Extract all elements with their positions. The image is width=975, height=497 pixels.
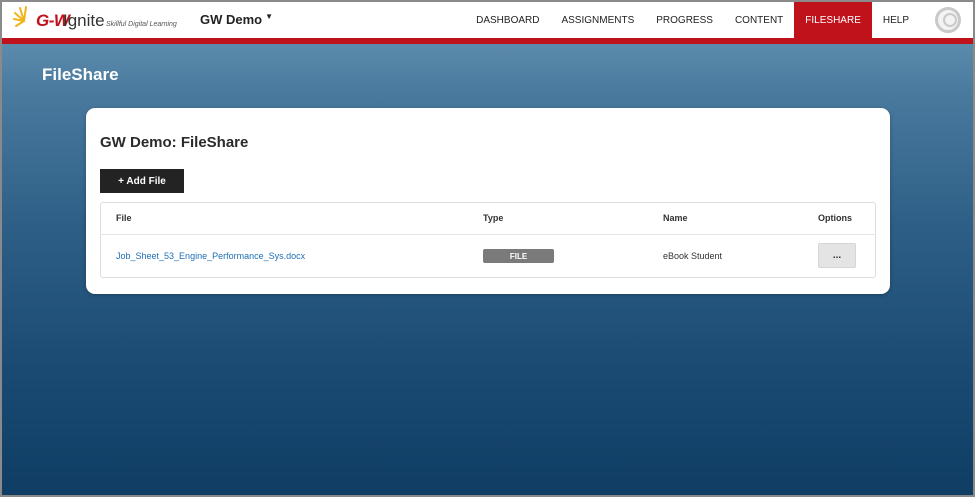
files-table: File Type Name Options Job_Sheet_53_Engi…	[100, 202, 876, 278]
page-title: FileShare	[42, 65, 119, 84]
caret-down-icon: ▼	[265, 12, 274, 21]
column-header-type: Type	[483, 213, 504, 223]
owner-name: eBook Student	[663, 251, 723, 261]
file-link[interactable]: Job_Sheet_53_Engine_Performance_Sys.docx	[116, 251, 305, 261]
table-row: Job_Sheet_53_Engine_Performance_Sys.docx…	[101, 235, 875, 278]
top-navbar: G-W Ignite Skillful Digital Learning GW …	[2, 2, 973, 44]
user-avatar-icon	[935, 7, 961, 33]
nav-help[interactable]: HELP	[872, 2, 920, 38]
logo-tagline: Skillful Digital Learning	[106, 21, 177, 28]
logo-product-text: Ignite	[63, 11, 105, 30]
column-header-name: Name	[663, 213, 688, 223]
course-name: GW Demo	[200, 12, 263, 27]
nav-fileshare[interactable]: FILESHARE	[794, 2, 872, 38]
options-button[interactable]: ...	[818, 243, 856, 268]
card-title: GW Demo: FileShare	[100, 134, 249, 151]
main-nav: DASHBOARD ASSIGNMENTS PROGRESS CONTENT F…	[465, 2, 973, 38]
column-header-file: File	[116, 213, 132, 223]
user-menu[interactable]	[920, 2, 973, 38]
nav-content[interactable]: CONTENT	[724, 2, 794, 38]
type-badge: FILE	[483, 249, 554, 263]
nav-dashboard[interactable]: DASHBOARD	[465, 2, 550, 38]
table-header: File Type Name Options	[101, 203, 875, 235]
app-frame: G-W Ignite Skillful Digital Learning GW …	[2, 2, 973, 495]
fileshare-card: GW Demo: FileShare + Add File File Type …	[86, 108, 890, 294]
nav-progress[interactable]: PROGRESS	[645, 2, 724, 38]
course-selector[interactable]: GW Demo ▼	[200, 12, 273, 27]
add-file-button[interactable]: + Add File	[100, 169, 184, 193]
column-header-options: Options	[818, 213, 852, 223]
nav-assignments[interactable]: ASSIGNMENTS	[550, 2, 645, 38]
gw-ignite-logo[interactable]: G-W Ignite Skillful Digital Learning	[12, 5, 182, 37]
